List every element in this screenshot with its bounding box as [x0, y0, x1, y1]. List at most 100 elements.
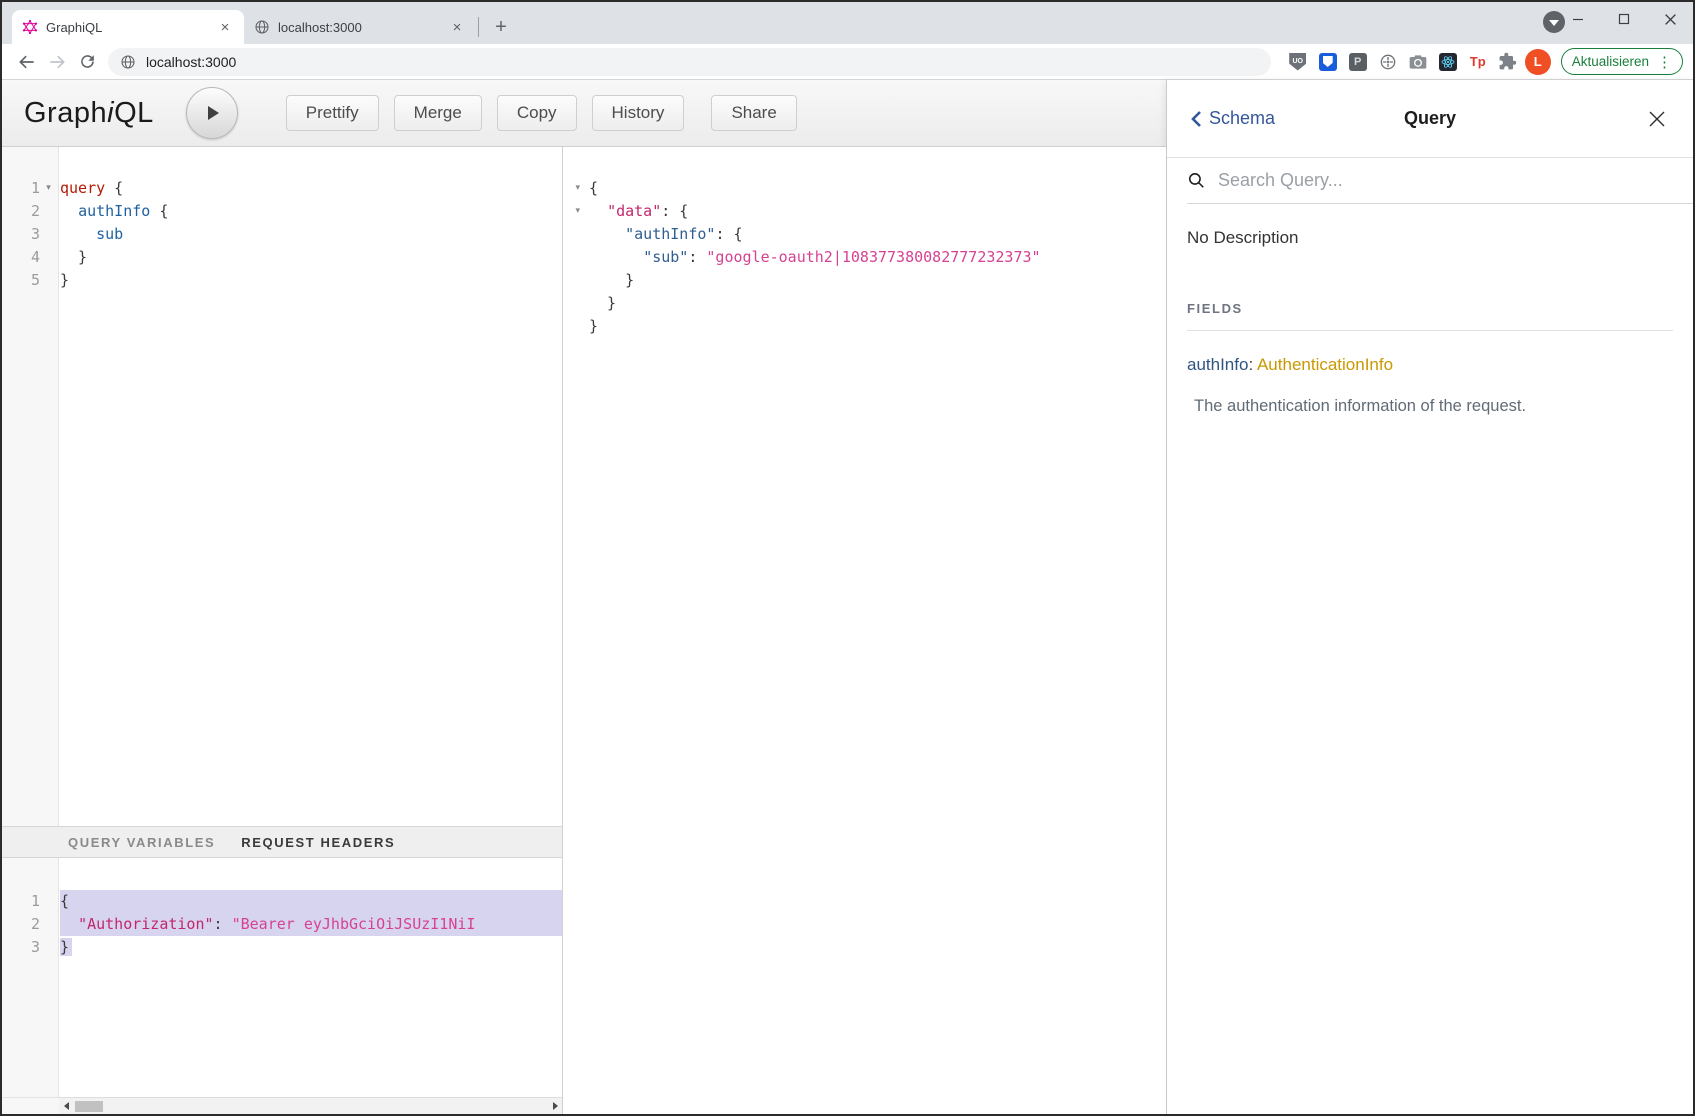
code-line[interactable]: 1{ [2, 890, 562, 913]
extensions-puzzle-icon[interactable] [1493, 47, 1523, 77]
doc-field-row: authInfo: AuthenticationInfo [1187, 355, 1673, 375]
forward-icon[interactable] [42, 47, 72, 77]
profile-avatar[interactable]: L [1523, 47, 1553, 77]
merge-button[interactable]: Merge [394, 95, 482, 131]
code-line[interactable]: 2 "Authorization": "Bearer eyJhbGciOiJSU… [2, 913, 562, 936]
execute-button[interactable] [186, 87, 238, 139]
doc-back-label: Schema [1209, 108, 1275, 129]
fold-gutter [40, 936, 57, 959]
code-line[interactable]: 3 sub [2, 223, 562, 246]
window-controls [1555, 2, 1693, 36]
tp-badge-icon[interactable]: Tp [1463, 47, 1493, 77]
fold-gutter [563, 223, 583, 246]
tab-request-headers[interactable]: REQUEST HEADERS [241, 835, 395, 850]
address-bar: localhost:3000 UO P [2, 44, 1693, 80]
scrollbar-thumb[interactable] [75, 1101, 103, 1112]
code-line[interactable]: 1▾query { [2, 177, 562, 200]
code-line[interactable]: ▾{ [563, 177, 1166, 200]
fold-gutter [563, 315, 583, 338]
play-icon [202, 103, 222, 123]
tab-query-variables[interactable]: QUERY VARIABLES [68, 835, 215, 850]
browser-window: GraphiQL × localhost:3000 × + [0, 0, 1695, 1116]
graphql-logo-icon [22, 19, 38, 35]
code-line[interactable]: } [563, 269, 1166, 292]
code-line[interactable]: ▾ "data": { [563, 200, 1166, 223]
url-text: localhost:3000 [146, 54, 236, 70]
globe-icon [254, 19, 270, 35]
scroll-right-icon[interactable] [548, 1099, 562, 1114]
code-line[interactable]: 2 authInfo { [2, 200, 562, 223]
chevron-left-icon [1189, 110, 1203, 128]
doc-back-link[interactable]: Schema [1189, 108, 1275, 129]
picker-crosshair-icon[interactable] [1373, 47, 1403, 77]
update-button-label: Aktualisieren [1572, 54, 1649, 69]
fold-arrow-icon[interactable]: ▾ [40, 177, 57, 200]
line-number: 2 [2, 913, 40, 936]
code-line[interactable]: } [563, 292, 1166, 315]
fold-arrow-icon[interactable]: ▾ [563, 200, 583, 223]
update-button[interactable]: Aktualisieren ⋮ [1561, 48, 1683, 75]
query-pane: 1▾query {2 authInfo {3 sub4 }5} QUERY VA… [2, 147, 563, 1114]
prettify-button[interactable]: Prettify [286, 95, 379, 131]
horizontal-scrollbar[interactable] [2, 1097, 562, 1114]
doc-field-name-link[interactable]: authInfo [1187, 355, 1248, 374]
url-bar[interactable]: localhost:3000 [108, 48, 1271, 76]
line-number: 3 [2, 223, 40, 246]
ublock-shield-icon[interactable]: UO [1283, 47, 1313, 77]
fold-gutter [40, 223, 57, 246]
new-tab-button[interactable]: + [487, 13, 515, 41]
fold-gutter [563, 269, 583, 292]
tab-close-icon[interactable]: × [448, 18, 466, 36]
doc-search-input[interactable] [1218, 170, 1685, 191]
graphiql-toolbar: GraphiQL Prettify Merge Copy History Sha… [2, 80, 1166, 147]
share-button[interactable]: Share [711, 95, 796, 131]
tab-close-icon[interactable]: × [216, 18, 234, 36]
fold-gutter [40, 913, 57, 936]
doc-divider [1187, 330, 1673, 331]
doc-explorer-panel: Schema Query No Description FIELDS authI… [1166, 80, 1693, 1114]
code-line[interactable]: 4 } [2, 246, 562, 269]
browser-tab-graphiql[interactable]: GraphiQL × [12, 10, 244, 44]
tab-title: GraphiQL [46, 20, 216, 35]
fold-gutter [40, 246, 57, 269]
menu-kebab-icon[interactable]: ⋮ [1657, 53, 1672, 71]
browser-tab-localhost[interactable]: localhost:3000 × [244, 10, 476, 44]
close-button[interactable] [1647, 2, 1693, 36]
code-line[interactable]: } [563, 315, 1166, 338]
tab-separator [478, 17, 479, 37]
line-number: 4 [2, 246, 40, 269]
doc-fields-heading: FIELDS [1187, 301, 1673, 316]
fold-gutter [40, 890, 57, 913]
query-editor[interactable]: 1▾query {2 authInfo {3 sub4 }5} [2, 147, 562, 826]
result-viewer[interactable]: ▾{▾ "data": { "authInfo": { "sub": "goog… [563, 147, 1166, 1114]
graphiql-logo: GraphiQL [24, 97, 154, 130]
doc-close-icon[interactable] [1645, 107, 1669, 131]
react-devtools-icon[interactable] [1433, 47, 1463, 77]
line-number: 1 [2, 890, 40, 913]
bitwarden-shield-icon[interactable] [1313, 47, 1343, 77]
doc-field-type-link[interactable]: AuthenticationInfo [1257, 355, 1393, 374]
code-line[interactable]: "sub": "google-oauth2|108377380082777232… [563, 246, 1166, 269]
doc-search [1187, 158, 1693, 204]
code-line[interactable]: 3} [2, 936, 562, 959]
doc-no-description: No Description [1187, 228, 1673, 248]
reload-icon[interactable] [72, 47, 102, 77]
fold-arrow-icon[interactable]: ▾ [563, 177, 583, 200]
camera-icon[interactable] [1403, 47, 1433, 77]
line-number: 1 [2, 177, 40, 200]
p-badge-icon[interactable]: P [1343, 47, 1373, 77]
scrollbar-corner [2, 1097, 59, 1114]
maximize-button[interactable] [1601, 2, 1647, 36]
code-line[interactable]: "authInfo": { [563, 223, 1166, 246]
minimize-button[interactable] [1555, 2, 1601, 36]
copy-button[interactable]: Copy [497, 95, 577, 131]
code-line[interactable]: 5} [2, 269, 562, 292]
site-globe-icon [120, 54, 136, 70]
fold-gutter [563, 292, 583, 315]
back-icon[interactable] [12, 47, 42, 77]
request-headers-editor[interactable]: 1{2 "Authorization": "Bearer eyJhbGciOiJ… [2, 858, 562, 1097]
variables-tab-bar: QUERY VARIABLES REQUEST HEADERS [2, 826, 562, 858]
history-button[interactable]: History [592, 95, 685, 131]
graphiql-app: GraphiQL Prettify Merge Copy History Sha… [2, 80, 1693, 1114]
scroll-left-icon[interactable] [59, 1099, 73, 1114]
